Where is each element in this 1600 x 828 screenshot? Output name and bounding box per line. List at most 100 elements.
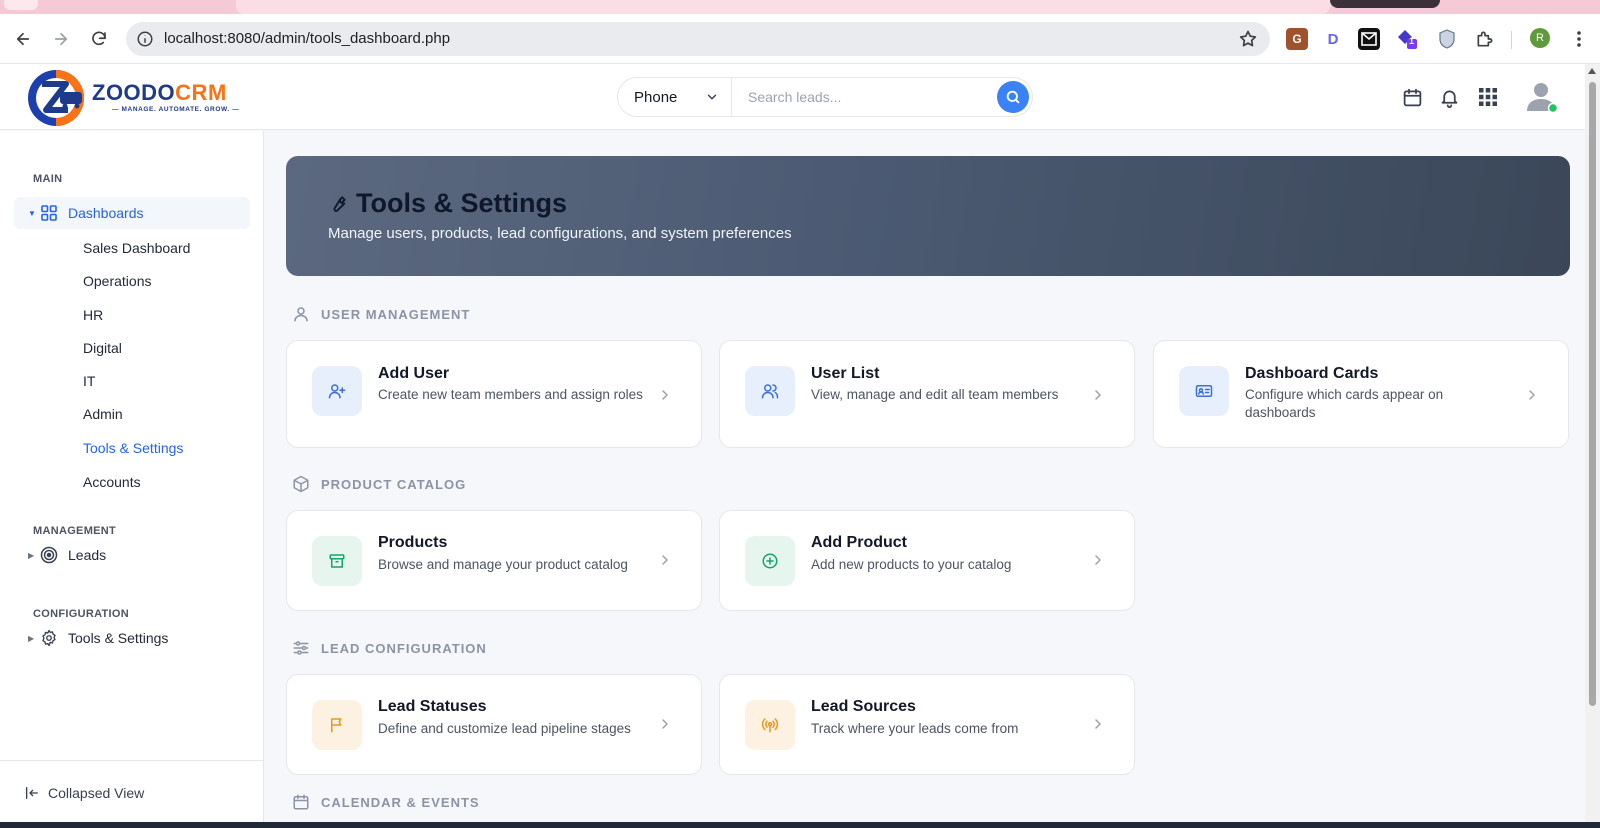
caret-right-icon: ▶ <box>28 633 35 643</box>
calendar-button[interactable] <box>1400 85 1424 109</box>
extension-diamond-icon[interactable]: 1 <box>1396 28 1418 50</box>
flag-icon <box>312 700 362 750</box>
user-plus-icon <box>312 366 362 416</box>
profile-avatar[interactable]: R <box>1530 28 1550 48</box>
card-add-user[interactable]: Add User Create new team members and ass… <box>286 340 702 448</box>
target-icon <box>40 546 58 564</box>
hero-banner: Tools & Settings Manage users, products,… <box>286 156 1570 276</box>
dashboard-grid-icon <box>40 204 58 222</box>
logo-brand-a: ZOODO <box>92 80 176 105</box>
card-description: Track where your leads come from <box>811 721 1019 736</box>
bookmark-star-icon[interactable] <box>1238 29 1258 49</box>
card-products[interactable]: Products Browse and manage your product … <box>286 510 702 611</box>
users-icon <box>745 366 795 416</box>
reload-icon <box>92 31 106 46</box>
sidebar-item-operations[interactable]: Operations <box>83 273 151 289</box>
sidebar-item-dashboards[interactable]: ▼ Dashboards <box>14 197 250 229</box>
card-lead-sources[interactable]: Lead Sources Track where your leads come… <box>719 674 1135 775</box>
chevron-right-icon <box>662 719 669 729</box>
chevron-right-icon <box>1529 390 1536 400</box>
puzzle-glyph-icon <box>1477 31 1493 47</box>
sidebar: MAIN ▼ Dashboards Sales Dashboard Operat… <box>0 131 264 828</box>
wrench-icon <box>333 195 346 212</box>
sidebar-item-digital[interactable]: Digital <box>83 340 122 356</box>
user-avatar[interactable] <box>1524 78 1560 114</box>
grid-apps-icon <box>1479 88 1497 106</box>
section-header-product-catalog: PRODUCT CATALOG <box>291 474 466 494</box>
scroll-up-arrow-icon[interactable] <box>1588 68 1596 74</box>
app-logo[interactable]: ZOODOCRM — MANAGE. AUTOMATE. GROW. — <box>26 68 256 126</box>
extension-d-letter: D <box>1327 30 1339 48</box>
search-type-select[interactable]: Phone <box>618 78 732 116</box>
sidebar-item-hr[interactable]: HR <box>83 307 103 323</box>
address-bar[interactable]: localhost:8080/admin/tools_dashboard.php <box>126 22 1270 56</box>
logo-brand-b: CRM <box>175 80 227 105</box>
card-title: Products <box>378 534 448 551</box>
shield-glyph-icon <box>1439 29 1455 49</box>
section-title: PRODUCT CATALOG <box>321 476 467 492</box>
collapse-left-icon <box>26 787 38 799</box>
arrow-right-icon <box>54 32 68 46</box>
extensions-puzzle-icon[interactable] <box>1474 28 1496 50</box>
extension-g-icon[interactable]: G <box>1286 28 1308 50</box>
main-content: Tools & Settings Manage users, products,… <box>264 131 1585 828</box>
card-title: Lead Sources <box>811 698 916 715</box>
user-avatar-icon <box>1527 83 1559 114</box>
search-icon <box>1006 90 1020 104</box>
caret-down-icon: ▼ <box>28 208 36 218</box>
card-description: Browse and manage your product catalog <box>378 557 628 572</box>
card-add-product[interactable]: Add Product Add new products to your cat… <box>719 510 1135 611</box>
browser-menu-icon[interactable] <box>1568 28 1590 50</box>
extension-mail-icon[interactable] <box>1358 28 1380 50</box>
kebab-menu-icon <box>1577 31 1581 47</box>
arrow-left-icon <box>16 32 30 46</box>
card-title: Dashboard Cards <box>1245 365 1379 382</box>
site-info-icon[interactable] <box>136 30 154 48</box>
toolbar-divider <box>1511 31 1512 49</box>
browser-tab-row[interactable] <box>236 0 1330 14</box>
address-url[interactable]: localhost:8080/admin/tools_dashboard.php <box>164 30 450 47</box>
scrollbar-thumb[interactable] <box>1589 82 1596 706</box>
sidebar-item-leads[interactable]: ▶ Leads <box>14 539 250 571</box>
browser-tab-dark[interactable] <box>1330 0 1440 8</box>
archive-icon <box>312 536 362 586</box>
notifications-button[interactable] <box>1437 85 1461 109</box>
extension-g-letter: G <box>1292 32 1302 46</box>
mail-glyph-icon <box>1361 32 1377 46</box>
search-input[interactable] <box>732 78 990 116</box>
search-type-value: Phone <box>634 88 678 106</box>
card-title: Lead Statuses <box>378 698 487 715</box>
card-description: Add new products to your catalog <box>811 557 1012 572</box>
extension-d-icon[interactable]: D <box>1322 28 1344 50</box>
apps-button[interactable] <box>1476 85 1500 109</box>
section-header-lead-configuration: LEAD CONFIGURATION <box>291 638 487 658</box>
forward-button[interactable] <box>48 26 74 52</box>
page-scrollbar[interactable] <box>1585 64 1600 828</box>
broadcast-icon <box>745 700 795 750</box>
sidebar-item-sales-dashboard[interactable]: Sales Dashboard <box>83 240 190 256</box>
collapse-view-button[interactable]: Collapsed View <box>24 785 144 801</box>
plus-circle-icon <box>745 536 795 586</box>
sidebar-footer: Collapsed View <box>0 760 264 828</box>
profile-initial: R <box>1536 32 1544 44</box>
back-button[interactable] <box>10 26 36 52</box>
extension-shield-icon[interactable] <box>1436 28 1458 50</box>
user-icon <box>291 304 311 324</box>
section-header-calendar-events: CALENDAR & EVENTS <box>291 792 480 812</box>
section-title: LEAD CONFIGURATION <box>321 640 487 656</box>
search-button[interactable] <box>997 81 1029 113</box>
card-title: User List <box>811 365 880 382</box>
sidebar-item-tools-settings[interactable]: Tools & Settings <box>83 440 183 456</box>
card-title: Add Product <box>811 534 907 551</box>
card-lead-statuses[interactable]: Lead Statuses Define and customize lead … <box>286 674 702 775</box>
sidebar-item-accounts[interactable]: Accounts <box>83 474 141 490</box>
sidebar-item-tools[interactable]: ▶ Tools & Settings <box>14 622 250 654</box>
card-user-list[interactable]: User List View, manage and edit all team… <box>719 340 1135 448</box>
diamond-glyph-icon <box>1398 30 1417 49</box>
chevron-down-icon <box>707 94 717 100</box>
browser-tab-active[interactable] <box>4 0 38 10</box>
card-dashboard-cards[interactable]: Dashboard Cards Configure which cards ap… <box>1153 340 1569 448</box>
sidebar-item-it[interactable]: IT <box>83 373 95 389</box>
sidebar-item-admin[interactable]: Admin <box>83 406 123 422</box>
reload-button[interactable] <box>86 26 112 52</box>
